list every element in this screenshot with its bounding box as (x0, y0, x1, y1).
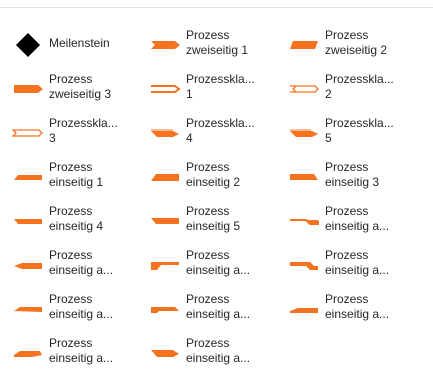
shape-process-one-sided-4[interactable]: Prozess einseitig 4 (10, 203, 147, 247)
top-divider (0, 7, 433, 8)
process-one-sided-a-icon (10, 335, 46, 371)
shape-label: Prozess einseitig a... (49, 292, 114, 321)
process-bracket-4-icon (147, 115, 183, 151)
shape-process-one-sided-a-6[interactable]: Prozess einseitig a... (147, 291, 286, 335)
shape-process-two-sided-2[interactable]: Prozess zweiseitig 2 (286, 27, 423, 71)
shape-process-bracket-4[interactable]: Prozesskla... 4 (147, 115, 286, 159)
shape-process-one-sided-1[interactable]: Prozess einseitig 1 (10, 159, 147, 203)
shape-process-one-sided-a-4[interactable]: Prozess einseitig a... (286, 247, 423, 291)
process-one-sided-1-icon (10, 159, 46, 195)
process-one-sided-3-icon (286, 159, 322, 195)
process-one-sided-a-icon (10, 247, 46, 283)
shape-process-one-sided-5[interactable]: Prozess einseitig 5 (147, 203, 286, 247)
shape-process-one-sided-a-1[interactable]: Prozess einseitig a... (286, 203, 423, 247)
shape-process-two-sided-1[interactable]: Prozess zweiseitig 1 (147, 27, 286, 71)
shape-process-bracket-5[interactable]: Prozesskla... 5 (286, 115, 423, 159)
shape-process-two-sided-3[interactable]: Prozess zweiseitig 3 (10, 71, 147, 115)
shape-process-bracket-3[interactable]: Prozesskla... 3 (10, 115, 147, 159)
shape-gallery: Meilenstein Prozess zweiseitig 1 Prozess… (10, 27, 423, 379)
shape-label: Prozesskla... 2 (325, 72, 394, 101)
shape-process-one-sided-a-7[interactable]: Prozess einseitig a... (286, 291, 423, 335)
shape-process-one-sided-a-5[interactable]: Prozess einseitig a... (10, 291, 147, 335)
process-one-sided-a-icon (147, 247, 183, 283)
shape-label: Prozess einseitig 2 (186, 160, 241, 189)
shape-label: Prozess einseitig a... (325, 204, 390, 233)
process-one-sided-5-icon (147, 203, 183, 239)
shape-label: Meilenstein (49, 36, 110, 50)
shape-label: Prozess einseitig a... (325, 292, 390, 321)
shape-label: Prozess einseitig a... (49, 248, 114, 277)
process-one-sided-a-icon (286, 203, 322, 239)
shape-label: Prozess zweiseitig 2 (325, 28, 388, 57)
shape-label: Prozesskla... 4 (186, 116, 255, 145)
shape-label: Prozess einseitig a... (186, 336, 251, 365)
shape-label: Prozess einseitig 1 (49, 160, 104, 189)
process-one-sided-a-icon (286, 247, 322, 283)
shape-label: Prozess zweiseitig 1 (186, 28, 249, 57)
shape-process-bracket-1[interactable]: Prozesskla... 1 (147, 71, 286, 115)
shape-label: Prozesskla... 5 (325, 116, 394, 145)
shape-label: Prozess einseitig a... (325, 248, 390, 277)
process-bracket-5-icon (286, 115, 322, 151)
shape-milestone[interactable]: Meilenstein (10, 27, 147, 71)
shape-process-one-sided-3[interactable]: Prozess einseitig 3 (286, 159, 423, 203)
process-one-sided-a-icon (10, 291, 46, 327)
milestone-diamond-icon (10, 27, 46, 63)
shape-process-one-sided-2[interactable]: Prozess einseitig 2 (147, 159, 286, 203)
shape-label: Prozess einseitig 4 (49, 204, 104, 233)
shape-label: Prozess einseitig 3 (325, 160, 380, 189)
process-two-sided-3-icon (10, 71, 46, 107)
process-one-sided-2-icon (147, 159, 183, 195)
shape-label: Prozess einseitig a... (49, 336, 114, 365)
shape-label: Prozess einseitig a... (186, 292, 251, 321)
process-bracket-3-icon (10, 115, 46, 151)
process-bracket-2-icon (286, 71, 322, 107)
process-two-sided-1-icon (147, 27, 183, 63)
shape-label: Prozess zweiseitig 3 (49, 72, 112, 101)
shape-process-bracket-2[interactable]: Prozesskla... 2 (286, 71, 423, 115)
process-one-sided-4-icon (10, 203, 46, 239)
shape-process-one-sided-a-2[interactable]: Prozess einseitig a... (10, 247, 147, 291)
shape-label: Prozess einseitig a... (186, 248, 251, 277)
process-one-sided-a-icon (147, 291, 183, 327)
process-one-sided-a-icon (147, 335, 183, 371)
shape-label: Prozesskla... 1 (186, 72, 255, 101)
process-one-sided-a-icon (286, 291, 322, 327)
shape-process-one-sided-a-8[interactable]: Prozess einseitig a... (10, 335, 147, 379)
shape-process-one-sided-a-9[interactable]: Prozess einseitig a... (147, 335, 286, 379)
process-two-sided-2-icon (286, 27, 322, 63)
shape-label: Prozess einseitig 5 (186, 204, 241, 233)
shape-label: Prozesskla... 3 (49, 116, 118, 145)
shape-process-one-sided-a-3[interactable]: Prozess einseitig a... (147, 247, 286, 291)
process-bracket-1-icon (147, 71, 183, 107)
